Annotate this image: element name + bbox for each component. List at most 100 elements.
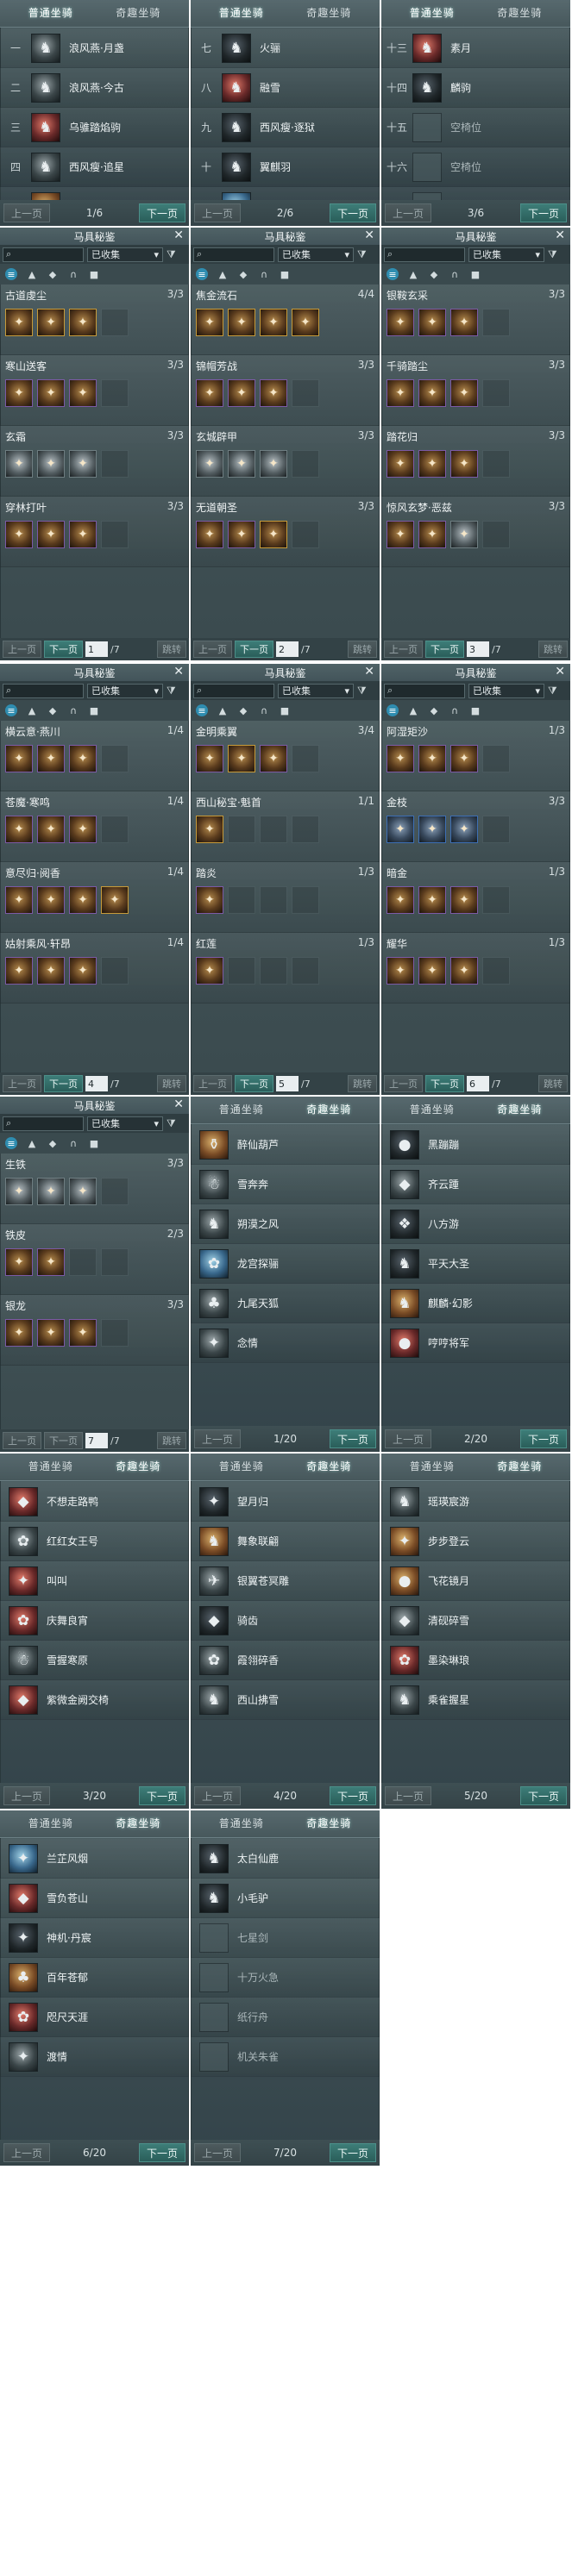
gear-item-icon[interactable]: ✦ (450, 745, 478, 772)
gear-item-icon[interactable] (292, 886, 319, 914)
tab-fun-mounts[interactable]: 奇趣坐骑 (116, 5, 160, 20)
gear-set[interactable]: 千骑踏尘 3/3 ✦ ✦ ✦ (381, 355, 570, 426)
close-icon[interactable]: ✕ (173, 1097, 184, 1111)
mount-row[interactable]: ♞ 太白仙鹿 (191, 1839, 380, 1879)
mount-row[interactable]: ◆ 不想走路鸭 (0, 1482, 189, 1522)
tab-normal-mounts[interactable]: 普通坐骑 (28, 5, 73, 20)
mount-row[interactable]: 十三 ♞ 素月 (381, 28, 570, 68)
tab-fun-mounts[interactable]: 奇趣坐骑 (116, 1459, 160, 1473)
gear-set[interactable]: 横云意·燕川 1/4 ✦ ✦ ✦ (0, 721, 189, 791)
gear-item-icon[interactable]: ✦ (260, 309, 287, 336)
mount-row[interactable]: ✿ 墨染琳琅 (381, 1641, 570, 1680)
gear-item-icon[interactable] (260, 816, 287, 843)
gear-set[interactable]: 意尽归·阅香 1/4 ✦ ✦ ✦ ✦ (0, 862, 189, 933)
gear-item-icon[interactable]: ✦ (5, 886, 33, 914)
prev-page-button[interactable]: 上一页 (385, 1429, 432, 1448)
gear-item-icon[interactable] (101, 957, 129, 985)
stirrup-icon[interactable]: ∩ (67, 704, 79, 716)
mount-row[interactable]: 十 ♞ 翼麒羽 (191, 147, 380, 187)
gear-set[interactable]: 锦帽芳战 3/3 ✦ ✦ ✦ (191, 355, 380, 426)
gear-item-icon[interactable] (482, 450, 510, 478)
gear-set[interactable]: 银鞍玄采 3/3 ✦ ✦ ✦ (381, 284, 570, 355)
all-slots-icon[interactable]: ≡ (387, 268, 399, 280)
page-number-input[interactable]: 1 (85, 641, 108, 657)
gear-item-icon[interactable] (101, 521, 129, 548)
gear-item-icon[interactable]: ✦ (387, 957, 414, 985)
gear-set[interactable]: 暗金 1/3 ✦ ✦ ✦ (381, 862, 570, 933)
gear-item-icon[interactable]: ✦ (37, 521, 65, 548)
search-input[interactable]: ⌕ (3, 247, 84, 262)
saddle-icon[interactable]: ▲ (407, 268, 419, 280)
mount-row[interactable]: 十四 ♞ 麟驹 (381, 68, 570, 108)
gear-item-icon[interactable]: ✦ (69, 745, 97, 772)
gear-item-icon[interactable]: ✦ (260, 379, 287, 407)
stirrup-icon[interactable]: ∩ (449, 268, 461, 280)
jump-button[interactable]: 跳转 (157, 641, 186, 658)
gear-item-icon[interactable]: ✦ (450, 816, 478, 843)
page-number-input[interactable]: 5 (276, 1076, 299, 1091)
saddle-icon[interactable]: ▲ (217, 704, 229, 716)
collect-filter-select[interactable]: 已收集 ▾ (468, 247, 544, 262)
gear-item-icon[interactable]: ✦ (387, 745, 414, 772)
all-slots-icon[interactable]: ≡ (5, 268, 17, 280)
next-page-button[interactable]: 下一页 (425, 641, 464, 658)
gear-item-icon[interactable] (228, 957, 255, 985)
collect-filter-select[interactable]: 已收集 ▾ (278, 247, 354, 262)
prev-page-button[interactable]: 上一页 (385, 1786, 432, 1805)
page-number-input[interactable]: 6 (467, 1076, 489, 1091)
gear-item-icon[interactable]: ✦ (37, 309, 65, 336)
gear-item-icon[interactable]: ✦ (418, 957, 446, 985)
stirrup-icon[interactable]: ∩ (449, 704, 461, 716)
gear-item-icon[interactable]: ✦ (37, 816, 65, 843)
gear-item-icon[interactable]: ✦ (387, 450, 414, 478)
page-number-input[interactable]: 7 (85, 1433, 108, 1448)
gear-item-icon[interactable] (482, 816, 510, 843)
prev-page-button[interactable]: 上一页 (3, 2143, 51, 2162)
tab-fun-mounts[interactable]: 奇趣坐骑 (306, 1102, 351, 1116)
bridle-icon[interactable]: ◆ (237, 268, 249, 280)
mount-row[interactable]: ♞ 麒麟·幻影 (381, 1284, 570, 1323)
gear-set[interactable]: 耀华 1/3 ✦ ✦ ✦ (381, 933, 570, 1004)
prev-page-button[interactable]: 上一页 (3, 1432, 41, 1449)
funnel-icon[interactable]: ⧩ (548, 248, 557, 261)
gear-item-icon[interactable]: ✦ (196, 745, 223, 772)
prev-page-button[interactable]: 上一页 (3, 1075, 41, 1092)
bridle-icon[interactable]: ◆ (428, 268, 440, 280)
close-icon[interactable]: ✕ (173, 228, 184, 242)
gear-item-icon[interactable] (101, 309, 129, 336)
gear-item-icon[interactable]: ✦ (387, 521, 414, 548)
gear-item-icon[interactable]: ✦ (69, 1178, 97, 1205)
jump-button[interactable]: 跳转 (348, 641, 377, 658)
gear-item-icon[interactable]: ✦ (450, 957, 478, 985)
page-number-input[interactable]: 3 (467, 641, 489, 657)
gear-item-icon[interactable]: ✦ (196, 816, 223, 843)
gear-item-icon[interactable] (228, 886, 255, 914)
gear-item-icon[interactable]: ✦ (5, 1178, 33, 1205)
bridle-icon[interactable]: ◆ (428, 704, 440, 716)
next-page-button[interactable]: 下一页 (44, 641, 83, 658)
gear-item-icon[interactable] (482, 379, 510, 407)
next-page-button[interactable]: 下一页 (329, 2143, 376, 2162)
gear-item-icon[interactable] (292, 957, 319, 985)
prev-page-button[interactable]: 上一页 (384, 1075, 423, 1092)
gear-item-icon[interactable]: ✦ (5, 521, 33, 548)
stirrup-icon[interactable]: ∩ (258, 268, 270, 280)
mount-row[interactable]: 一 ♞ 浪风燕·月盏 (0, 28, 189, 68)
mount-row[interactable]: ♞ 小毛驴 (191, 1879, 380, 1918)
all-slots-icon[interactable]: ≡ (5, 704, 17, 716)
prev-page-button[interactable]: 上一页 (193, 1075, 232, 1092)
gear-set[interactable]: 踏花归 3/3 ✦ ✦ ✦ (381, 426, 570, 497)
tab-normal-mounts[interactable]: 普通坐骑 (219, 1459, 264, 1473)
gear-set[interactable]: 焦金流石 4/4 ✦ ✦ ✦ ✦ (191, 284, 380, 355)
gear-item-icon[interactable]: ✦ (387, 816, 414, 843)
stirrup-icon[interactable]: ∩ (258, 704, 270, 716)
jump-button[interactable]: 跳转 (157, 1075, 186, 1092)
gear-item-icon[interactable]: ✦ (228, 521, 255, 548)
gear-item-icon[interactable]: ✦ (450, 309, 478, 336)
saddle-icon[interactable]: ▲ (26, 1137, 38, 1149)
gear-set[interactable]: 生铁 3/3 ✦ ✦ ✦ (0, 1154, 189, 1224)
tab-normal-mounts[interactable]: 普通坐骑 (219, 5, 264, 20)
next-page-button[interactable]: 下一页 (329, 203, 376, 222)
jump-button[interactable]: 跳转 (538, 1075, 568, 1092)
close-icon[interactable]: ✕ (555, 228, 565, 242)
